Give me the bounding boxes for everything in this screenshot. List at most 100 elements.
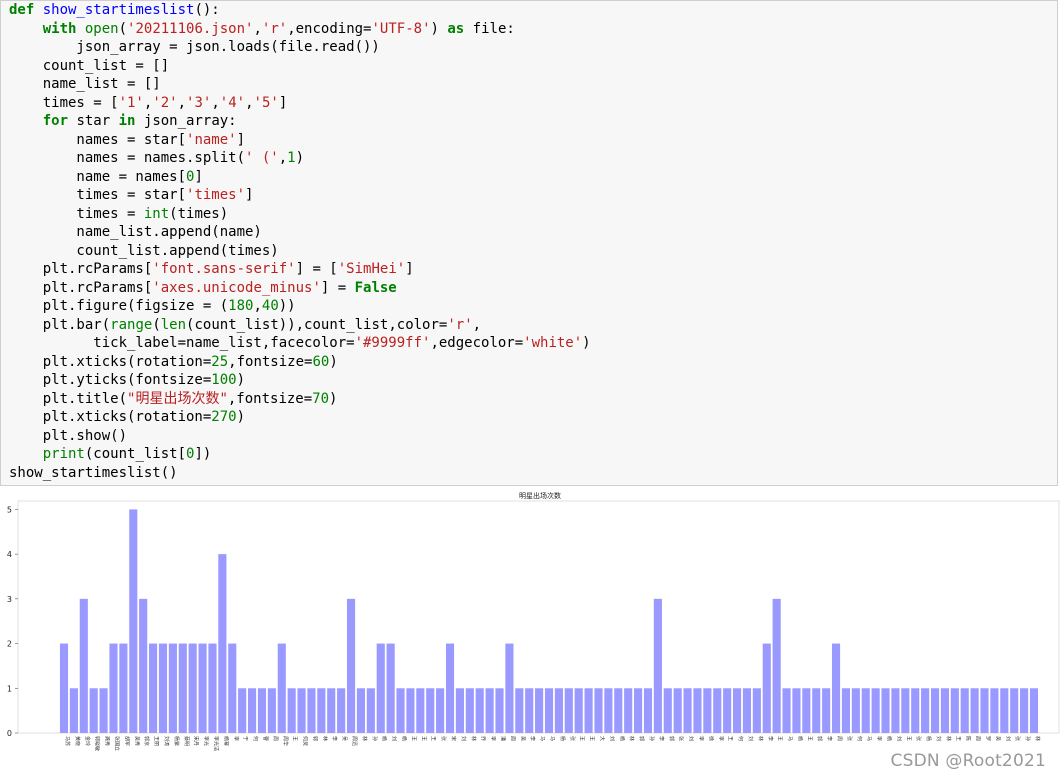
bar [802, 688, 811, 733]
code-token: count_list = [] [9, 57, 170, 74]
bar [1010, 688, 1019, 733]
bar [574, 688, 583, 733]
code-token: name_list = [] [9, 76, 161, 92]
x-tick-label: 宋丹 [193, 736, 200, 746]
code-line: with open('20211106.json','r',encoding='… [9, 20, 1057, 39]
x-tick-label: 大 [598, 736, 605, 741]
bar [604, 688, 613, 733]
code-token: )) [278, 298, 296, 314]
x-tick-label: 金玲 [84, 736, 91, 746]
code-token: ] [278, 94, 288, 111]
code-cell[interactable]: def show_startimeslist(): with open('202… [0, 0, 1058, 486]
code-token: (times) [169, 205, 229, 222]
code-token: with [42, 20, 85, 37]
code-token: name_list.append(name) [9, 224, 262, 240]
bar [535, 688, 544, 733]
x-tick-label: 马苏 [64, 736, 71, 746]
x-tick-label: 林 [321, 736, 328, 741]
x-tick-label: 林 [1034, 736, 1041, 741]
bar [990, 688, 999, 733]
y-tick-label: 2 [7, 640, 12, 649]
code-token: '#9999ff' [354, 335, 431, 351]
x-tick-label: 王 [292, 736, 298, 741]
code-token: times = [9, 205, 144, 222]
code-token: 25 [211, 353, 229, 370]
bar [515, 688, 524, 733]
x-tick-label: 李 [529, 736, 536, 741]
code-token: False [354, 279, 397, 296]
code-token: ) [236, 409, 246, 425]
x-tick-label: 刘 [895, 736, 902, 741]
bar [89, 688, 98, 733]
code-token: names = star[ [9, 131, 187, 148]
bar [475, 688, 484, 733]
bar [426, 688, 435, 733]
bar [168, 643, 177, 733]
bar [218, 554, 227, 733]
code-token: plt.xticks(rotation= [9, 409, 212, 425]
code-token: ]) [194, 446, 212, 462]
code-token: 'white' [523, 335, 583, 351]
y-tick-label: 5 [7, 505, 12, 514]
bar [782, 688, 791, 733]
code-token: 270 [211, 409, 237, 425]
x-tick-label: 杨 [886, 736, 893, 741]
bar [624, 688, 633, 733]
code-token: ' (' [245, 150, 279, 166]
code-line: plt.xticks(rotation=270) [9, 408, 1057, 427]
code-token: , [253, 20, 262, 37]
bar [891, 688, 900, 733]
x-tick-label: 何 [737, 736, 744, 741]
code-block[interactable]: def show_startimeslist(): with open('202… [1, 1, 1057, 482]
code-line: plt.title("明星出场次数",fontsize=70) [9, 390, 1057, 409]
x-tick-label: 胡军 [123, 736, 130, 746]
bar [445, 643, 455, 733]
bar [257, 688, 267, 733]
x-tick-label: 李 [767, 736, 774, 741]
x-tick-label: 刘 [1004, 736, 1011, 741]
code-token: 180 [228, 298, 254, 314]
code-line: times = star['times'] [9, 186, 1057, 205]
code-line: plt.xticks(rotation=25,fontsize=60) [9, 353, 1057, 372]
bar [772, 598, 781, 733]
bar [248, 688, 257, 733]
code-line: show_startimeslist() [9, 464, 1057, 483]
bar [198, 643, 207, 733]
y-tick-label: 1 [7, 684, 12, 693]
x-tick-label: 王 [430, 736, 436, 741]
bar [208, 643, 217, 733]
code-token: ,edgecolor= [430, 335, 524, 351]
x-tick-label: 孙 [648, 736, 655, 741]
bar [356, 688, 365, 733]
chart-title: 明星出场次数 [519, 491, 561, 500]
bar [792, 688, 801, 733]
code-token: , [472, 316, 482, 333]
code-token: ( [152, 316, 161, 333]
bar [713, 688, 722, 733]
bar [317, 688, 326, 733]
x-tick-label: 郭 [816, 736, 823, 741]
code-token: 60 [312, 353, 330, 370]
code-token: json_array = json.loads(file.read()) [9, 39, 380, 55]
code-token: 1 [287, 150, 296, 166]
x-tick-label: 李 [717, 736, 724, 741]
x-tick-label: 林 [757, 736, 764, 741]
code-token: def [9, 2, 43, 18]
bar [267, 688, 276, 733]
code-token: ,fontsize= [227, 390, 313, 407]
x-tick-label: 蔡明 [183, 736, 190, 746]
x-tick-label: 杨幂 [222, 736, 229, 746]
bar [940, 688, 949, 733]
x-tick-label: 王 [727, 736, 733, 741]
bar [564, 688, 573, 733]
code-token: 'name' [186, 131, 237, 148]
code-token: in [118, 113, 144, 129]
bar [109, 643, 118, 733]
x-tick-label: 周 [272, 736, 278, 741]
x-tick-label: 刘 [935, 736, 942, 741]
x-tick-label: 刘涛 [163, 736, 170, 746]
code-token: print [42, 446, 85, 462]
y-tick-label: 3 [7, 595, 12, 604]
x-tick-label: 杨 [381, 736, 388, 741]
